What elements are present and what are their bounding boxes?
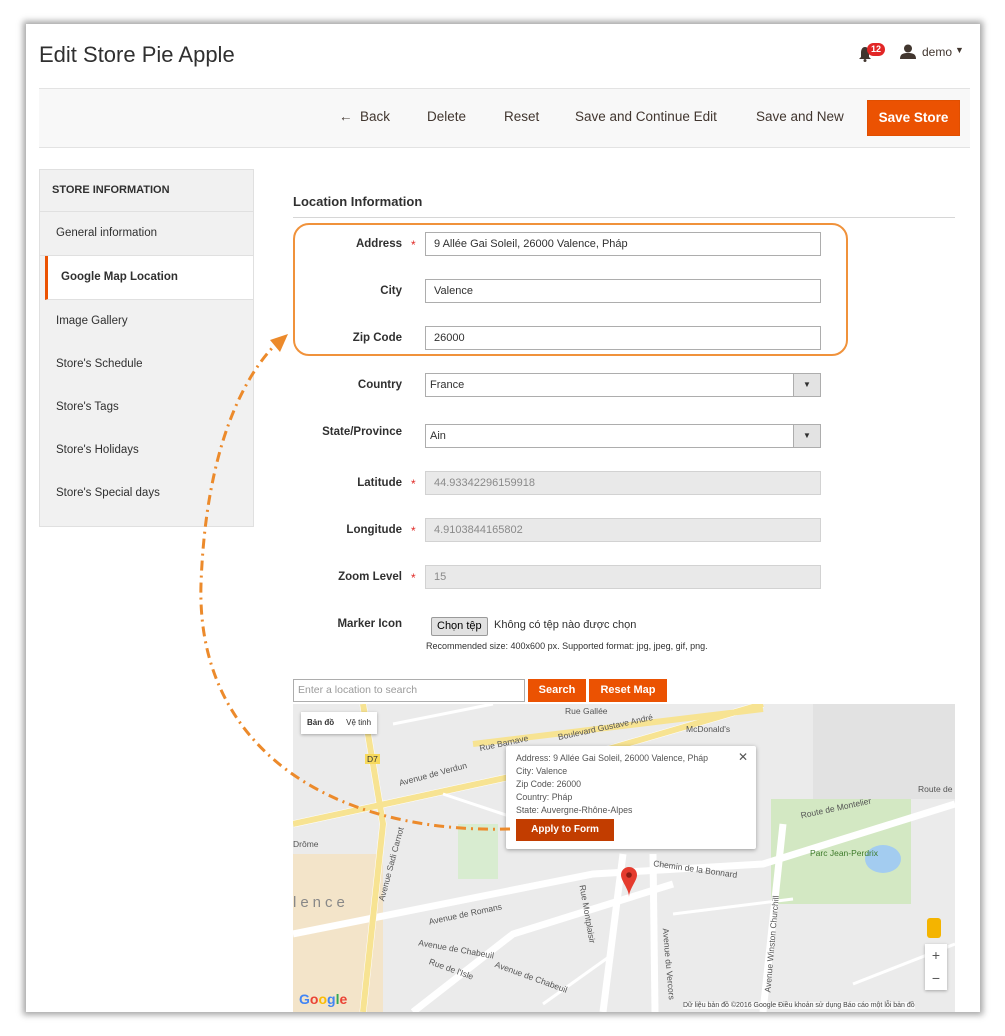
annotation-arrow	[199, 334, 511, 831]
admin-window: Edit Store Pie Apple 12 demo ▼ ← Back De…	[26, 24, 980, 1012]
